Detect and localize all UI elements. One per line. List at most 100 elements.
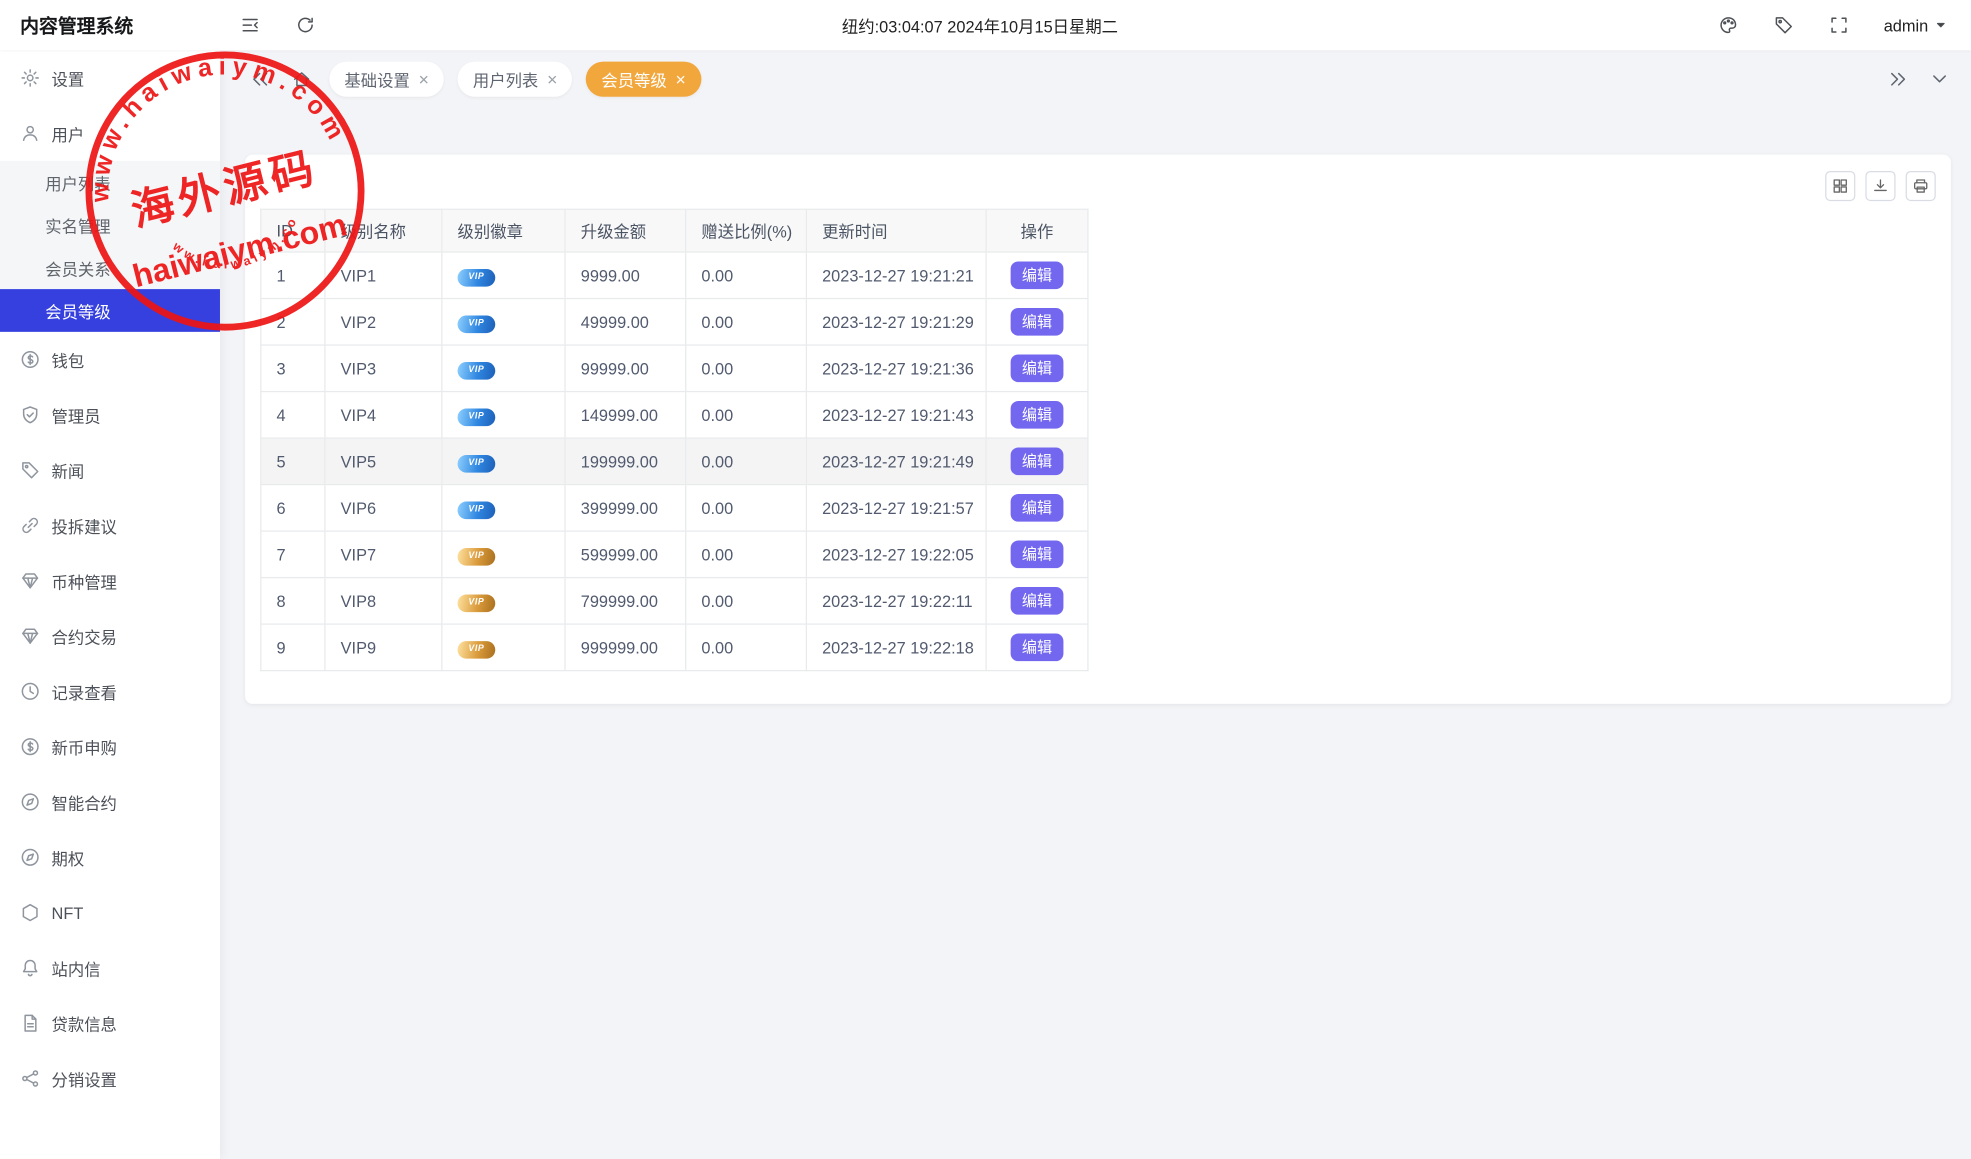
tab-user-list[interactable]: 用户列表 × <box>458 62 573 97</box>
sidebar-item-new-coin[interactable]: 新币申购 <box>0 719 220 774</box>
sidebar-subitem-member-level[interactable]: 会员等级 <box>0 289 220 332</box>
caret-down-icon <box>1933 18 1948 33</box>
edit-button[interactable]: 编辑 <box>1011 261 1064 289</box>
cell-ratio: 0.00 <box>686 485 807 532</box>
cell-badge: VIP <box>442 299 565 346</box>
compass-icon <box>20 792 40 812</box>
tag-icon <box>20 460 40 480</box>
tab-member-level[interactable]: 会员等级 × <box>586 62 701 97</box>
refresh-icon[interactable] <box>295 15 315 35</box>
print-button[interactable] <box>1906 171 1936 201</box>
cell-amount: 799999.00 <box>565 578 686 625</box>
tab-basic-settings[interactable]: 基础设置 × <box>329 62 444 97</box>
cell-level-name: VIP5 <box>325 438 442 485</box>
tabs-menu-icon[interactable] <box>1926 65 1954 93</box>
cell-level-name: VIP4 <box>325 392 442 439</box>
cell-ratio: 0.00 <box>686 252 807 299</box>
content-card: ID 级别名称 级别徽章 升级金额 赠送比例(%) 更新时间 操作 1 VIP1 <box>245 155 1951 704</box>
app-title: 内容管理系统 <box>0 12 210 38</box>
shield-icon <box>20 405 40 425</box>
sidebar-item-wallet[interactable]: 钱包 <box>0 332 220 387</box>
vip-badge: VIP <box>458 408 496 426</box>
cell-id: 8 <box>261 578 325 625</box>
sidebar-item-admin[interactable]: 管理员 <box>0 387 220 442</box>
sidebar-item-smart-contract[interactable]: 智能合约 <box>0 774 220 829</box>
user-menu[interactable]: admin <box>1884 16 1949 35</box>
tabs-scroll-right-icon[interactable] <box>1884 65 1912 93</box>
edit-button[interactable]: 编辑 <box>1011 541 1064 569</box>
cell-level-name: VIP2 <box>325 299 442 346</box>
sidebar-item-records[interactable]: 记录查看 <box>0 664 220 719</box>
edit-button[interactable]: 编辑 <box>1011 401 1064 429</box>
tab-bar: 基础设置 × 用户列表 × 会员等级 × <box>220 50 1971 100</box>
vip-badge: VIP <box>458 548 496 566</box>
table-header-row: ID 级别名称 级别徽章 升级金额 赠送比例(%) 更新时间 操作 <box>261 209 1088 252</box>
cell-badge: VIP <box>442 392 565 439</box>
sidebar-item-contract-trade[interactable]: 合约交易 <box>0 608 220 663</box>
cell-level-name: VIP8 <box>325 578 442 625</box>
vip-badge: VIP <box>458 594 496 612</box>
edit-button[interactable]: 编辑 <box>1011 634 1064 662</box>
sidebar-item-feedback[interactable]: 投拆建议 <box>0 498 220 553</box>
tag-icon[interactable] <box>1773 15 1793 35</box>
cell-actions: 编辑 <box>986 624 1088 671</box>
sidebar-item-distribution[interactable]: 分销设置 <box>0 1051 220 1106</box>
cell-amount: 599999.00 <box>565 531 686 578</box>
table-row: 5 VIP5 VIP 199999.00 0.00 2023-12-27 19:… <box>261 438 1088 485</box>
sidebar-item-messages[interactable]: 站内信 <box>0 940 220 995</box>
close-icon[interactable]: × <box>419 70 429 88</box>
sidebar-subitem-realname[interactable]: 实名管理 <box>0 204 220 247</box>
edit-button[interactable]: 编辑 <box>1011 354 1064 382</box>
sidebar-subitem-user-list[interactable]: 用户列表 <box>0 161 220 204</box>
cell-actions: 编辑 <box>986 252 1088 299</box>
sidebar-item-currency[interactable]: 币种管理 <box>0 553 220 608</box>
table-row: 3 VIP3 VIP 99999.00 0.00 2023-12-27 19:2… <box>261 345 1088 392</box>
export-button[interactable] <box>1865 171 1895 201</box>
edit-button[interactable]: 编辑 <box>1011 447 1064 475</box>
cell-ratio: 0.00 <box>686 531 807 578</box>
sidebar-item-nft[interactable]: NFT <box>0 885 220 940</box>
share-icon <box>20 1068 40 1088</box>
cell-badge: VIP <box>442 485 565 532</box>
column-settings-button[interactable] <box>1825 171 1855 201</box>
close-icon[interactable]: × <box>547 70 557 88</box>
menu-fold-icon[interactable] <box>240 15 260 35</box>
edit-button[interactable]: 编辑 <box>1011 494 1064 522</box>
theme-palette-icon[interactable] <box>1718 15 1738 35</box>
cell-id: 3 <box>261 345 325 392</box>
sidebar-item-options[interactable]: 期权 <box>0 830 220 885</box>
cell-level-name: VIP6 <box>325 485 442 532</box>
bell-icon <box>20 958 40 978</box>
table-row: 1 VIP1 VIP 9999.00 0.00 2023-12-27 19:21… <box>261 252 1088 299</box>
cell-id: 5 <box>261 438 325 485</box>
cell-actions: 编辑 <box>986 299 1088 346</box>
cell-amount: 49999.00 <box>565 299 686 346</box>
vip-badge: VIP <box>458 362 496 380</box>
fullscreen-icon[interactable] <box>1828 15 1848 35</box>
edit-button[interactable]: 编辑 <box>1011 587 1064 615</box>
cell-updated: 2023-12-27 19:21:29 <box>806 299 986 346</box>
cell-id: 9 <box>261 624 325 671</box>
home-tab-button[interactable] <box>288 65 316 93</box>
sidebar-item-settings[interactable]: 设置 <box>0 50 220 105</box>
tabs-scroll-left-icon[interactable] <box>246 65 274 93</box>
sidebar-item-users[interactable]: 用户 <box>0 106 220 161</box>
sidebar-item-news[interactable]: 新闻 <box>0 442 220 497</box>
dollar-icon <box>20 737 40 757</box>
cell-level-name: VIP9 <box>325 624 442 671</box>
cell-updated: 2023-12-27 19:22:18 <box>806 624 986 671</box>
edit-button[interactable]: 编辑 <box>1011 308 1064 336</box>
link-icon <box>20 515 40 535</box>
cell-id: 7 <box>261 531 325 578</box>
vip-badge: VIP <box>458 455 496 473</box>
sidebar-item-loan[interactable]: 贷款信息 <box>0 996 220 1051</box>
col-updated: 更新时间 <box>806 209 986 252</box>
close-icon[interactable]: × <box>676 70 686 88</box>
vip-badge: VIP <box>458 315 496 333</box>
file-icon <box>20 1013 40 1033</box>
col-ratio: 赠送比例(%) <box>686 209 807 252</box>
topbar: 内容管理系统 纽约:03:04:07 2024年10月15日星期二 admin <box>0 0 1971 50</box>
app-window: 内容管理系统 纽约:03:04:07 2024年10月15日星期二 admin … <box>0 0 1971 1159</box>
table-row: 6 VIP6 VIP 399999.00 0.00 2023-12-27 19:… <box>261 485 1088 532</box>
sidebar-subitem-member-relation[interactable]: 会员关系 <box>0 246 220 289</box>
